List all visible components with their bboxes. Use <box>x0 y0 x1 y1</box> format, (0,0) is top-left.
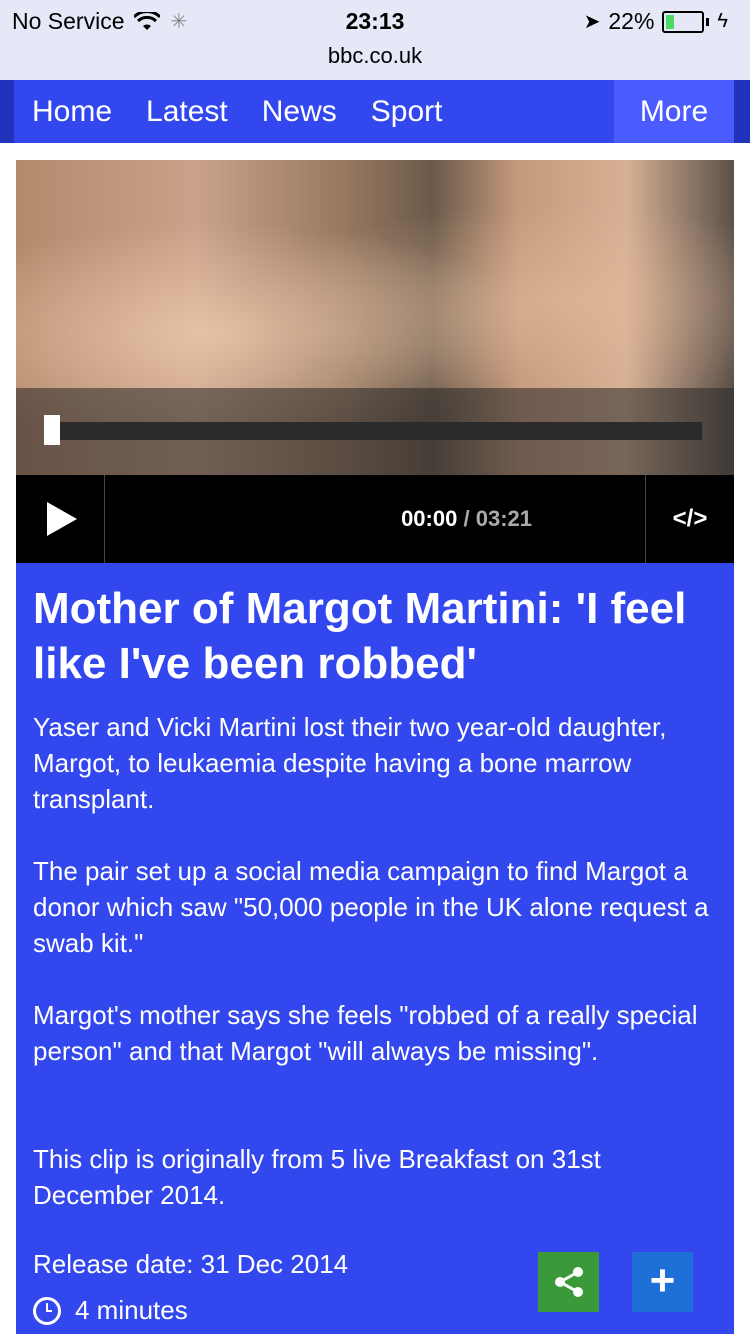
address-url[interactable]: bbc.co.uk <box>0 43 750 69</box>
nav-more-button[interactable]: More <box>614 80 734 143</box>
nav-item-home[interactable]: Home <box>14 80 129 143</box>
charging-bolt-icon: ϟ <box>717 10 728 32</box>
location-arrow-icon: ➤ <box>583 11 601 33</box>
play-button[interactable] <box>16 475 105 563</box>
nav-item-sport[interactable]: Sport <box>354 80 460 143</box>
playback-time: 00:00 / 03:21 <box>401 475 532 563</box>
article-paragraph-4: This clip is originally from 5 live Brea… <box>33 1144 601 1210</box>
status-right: ➤ 22% ϟ <box>584 8 728 35</box>
battery-tip <box>706 17 710 26</box>
release-date: Release date: 31 Dec 2014 <box>33 1249 349 1279</box>
nav-item-news[interactable]: News <box>245 80 354 143</box>
article-paragraph-2: The pair set up a social media campaign … <box>33 856 709 958</box>
scrubber-handle[interactable] <box>44 415 60 445</box>
plus-icon: + <box>649 1256 676 1305</box>
scrubber-track[interactable] <box>44 422 702 440</box>
clip-duration: 4 minutes <box>33 1295 188 1326</box>
video-player[interactable]: 00:00 / 03:21 </> <box>16 160 734 563</box>
share-button[interactable] <box>538 1252 599 1312</box>
status-bar: No Service ✳ 23:13 bbc.co.uk ➤ 22% ϟ <box>0 0 750 80</box>
article-headline: Mother of Margot Martini: 'I feel like I… <box>33 584 687 688</box>
share-icon <box>555 1267 583 1297</box>
main-nav: Home Latest News Sport More <box>14 80 734 143</box>
nav-left-edge <box>0 80 14 143</box>
code-embed-icon: </> <box>672 505 708 532</box>
nav-item-latest[interactable]: Latest <box>129 80 245 143</box>
add-button[interactable]: + <box>632 1252 693 1312</box>
time-separator: / <box>463 506 470 531</box>
battery-icon <box>662 10 705 33</box>
current-time: 00:00 <box>401 506 458 531</box>
battery-percent: 22% <box>608 8 655 34</box>
clock-icon <box>33 1296 61 1325</box>
total-duration: 03:21 <box>475 506 532 531</box>
player-controls: 00:00 / 03:21 </> <box>16 475 734 563</box>
article-paragraph-3: Margot's mother says she feels "robbed o… <box>33 1000 698 1066</box>
article-paragraph-1: Yaser and Vicki Martini lost their two y… <box>33 712 667 814</box>
video-scrubber[interactable] <box>16 388 734 475</box>
embed-button[interactable]: </> <box>645 475 734 563</box>
article-panel: Mother of Margot Martini: 'I feel like I… <box>16 563 734 1334</box>
duration-label: 4 minutes <box>75 1295 188 1325</box>
play-icon <box>47 502 77 536</box>
nav-right-edge <box>734 80 750 143</box>
